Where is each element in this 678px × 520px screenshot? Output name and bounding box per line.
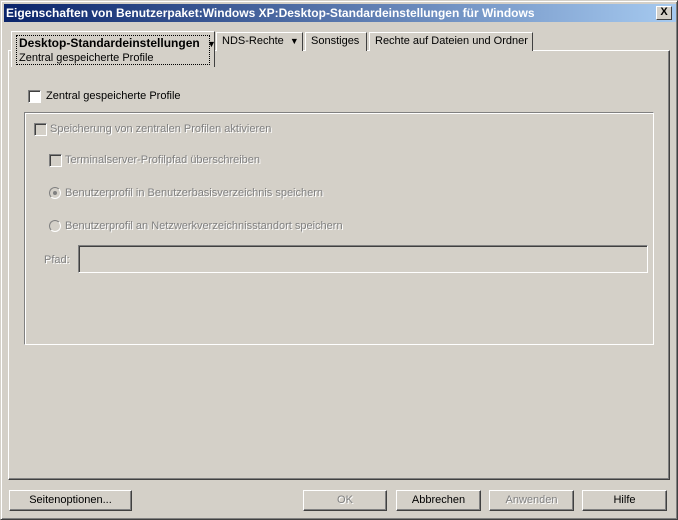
tab-desktop-standardeinstellungen[interactable]: Desktop-Standardeinstellungen ▼ Zentral … xyxy=(11,31,216,67)
cancel-button[interactable]: Abbrechen xyxy=(396,490,481,511)
terminal-checkbox[interactable] xyxy=(49,154,62,167)
title-bar: Eigenschaften von Benutzerpaket:Windows … xyxy=(4,4,676,22)
subtab-zentral-gespeicherte-profile[interactable]: Zentral gespeicherte Profile xyxy=(19,52,207,64)
help-button[interactable]: Hilfe xyxy=(582,490,667,511)
radio-home-label: Benutzerprofil in Benutzerbasisverzeichn… xyxy=(65,187,324,199)
window-title: Eigenschaften von Benutzerpaket:Windows … xyxy=(6,6,535,20)
terminal-label: Terminalserver-Profilpfad überschreiben xyxy=(65,154,261,166)
radio-network-label: Benutzerprofil an Netzwerkverzeichnissta… xyxy=(65,220,343,232)
apply-button[interactable]: Anwenden xyxy=(489,490,574,511)
tab-rechte-dateien-ordner[interactable]: Rechte auf Dateien und Ordner xyxy=(369,32,533,51)
dropdown-arrow-icon[interactable]: ▼ xyxy=(290,36,299,46)
page-options-button[interactable]: Seitenoptionen... xyxy=(9,490,132,511)
activate-checkbox[interactable] xyxy=(34,123,47,136)
tab-nds-rechte[interactable]: NDS-Rechte ▼ xyxy=(216,32,303,51)
tab-label: NDS-Rechte xyxy=(222,35,284,47)
close-button[interactable]: X xyxy=(656,6,672,20)
central-profiles-checkbox[interactable] xyxy=(28,90,41,103)
path-label: Pfad: xyxy=(44,254,70,266)
radio-network-location[interactable] xyxy=(49,220,61,232)
radio-home-directory[interactable] xyxy=(49,187,61,199)
activate-label: Speicherung von zentralen Profilen aktiv… xyxy=(50,123,272,135)
central-profiles-label: Zentral gespeicherte Profile xyxy=(46,90,181,102)
dropdown-arrow-icon[interactable]: ▼ xyxy=(207,39,216,49)
tab-sonstiges[interactable]: Sonstiges xyxy=(305,32,367,51)
ok-button[interactable]: OK xyxy=(303,490,387,511)
path-input[interactable] xyxy=(78,245,648,273)
tab-label: Desktop-Standardeinstellungen xyxy=(19,36,200,50)
